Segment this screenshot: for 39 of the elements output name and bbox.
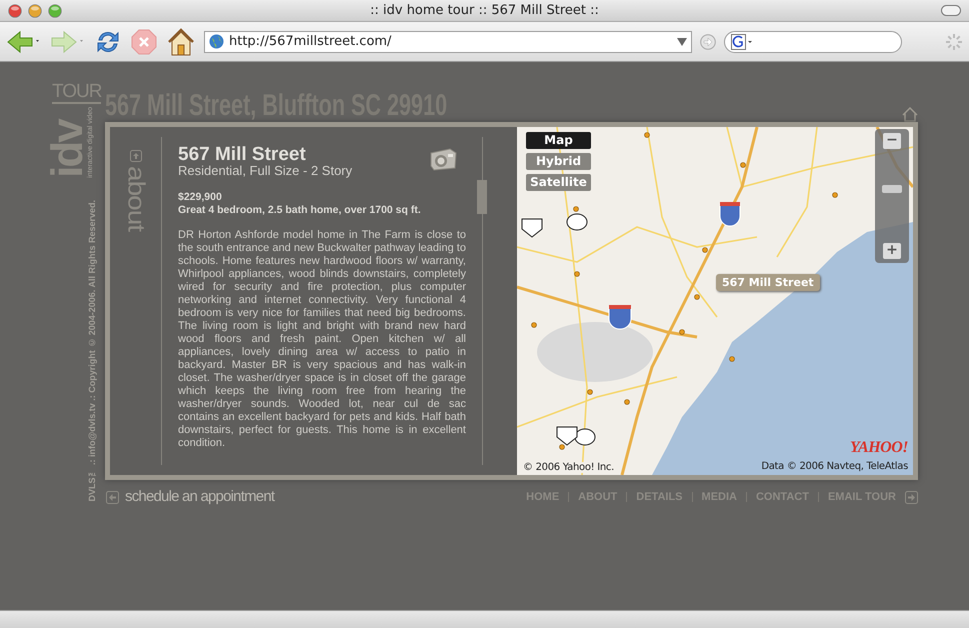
map-copyright: © 2006 Yahoo! Inc. — [521, 462, 616, 473]
up-arrow-box-icon[interactable] — [130, 150, 142, 162]
minimize-button[interactable] — [28, 4, 42, 18]
search-engine-icon[interactable] — [731, 34, 753, 50]
stop-icon[interactable] — [130, 28, 158, 56]
map-type-button[interactable]: Hybrid — [526, 153, 591, 170]
camera-icon[interactable] — [428, 147, 458, 171]
back-arrow-icon[interactable] — [6, 28, 42, 54]
listing-description: DR Horton Ashforde model home in The Farm is close to the south entrance and new Buckwalter pathway leading to schools. Home features new hardwood floors w/ warranty, Whirlpool appliances, wood blinds downstairs, completely wired for security and fire protection, plus computer networking and internet connectivity. Very functional 4 bedroom is very nice for families that need big bedrooms. The living room is light and bright with brand new hard wood floors and fresh paint. Open kitchen w/ all appliances, lovely dining area w/ access to patio in backyard. Master BR is very spacious and has walk-in closet. The washer/dryer space is in closet off the garage which keeps the living room free from hearing the washer/dryer sounds. Wooded lot, near cul de sac contains an excellent backyard for pets and kids. Half bath downstairs, perfect for guests. This home is in excellent condition. — [178, 229, 466, 450]
listing-title: 567 Mill Street — [178, 145, 306, 164]
toolbar-toggle-button[interactable] — [941, 5, 961, 16]
map-data-credit: Data © 2006 Navteq, TeleAtlas — [761, 461, 908, 472]
map-type-button[interactable]: Satellite — [526, 174, 591, 191]
home-icon[interactable] — [166, 26, 196, 56]
search-field[interactable] — [724, 30, 902, 52]
window-title: :: idv home tour :: 567 Mill Street :: — [370, 3, 599, 18]
left-arrow-box-icon[interactable] — [106, 490, 119, 504]
address-field[interactable]: http://567millstreet.com/ — [204, 30, 692, 52]
zoom-button[interactable] — [48, 4, 62, 18]
go-button-icon[interactable] — [700, 34, 716, 50]
listing-subtitle: Residential, Full Size - 2 Story — [178, 164, 354, 178]
close-button[interactable] — [8, 4, 22, 18]
zoom-control[interactable]: − + — [875, 129, 909, 263]
map-type-button[interactable]: Map — [526, 132, 591, 149]
loading-spinner-icon — [945, 32, 963, 50]
copyright-text: DVLS™ .: info@dvls.tv .: Copyright © 2004-2006. All Rights Reserved. — [87, 200, 97, 502]
listing-summary: Great 4 bedroom, 2.5 bath home, over 1700 sq ft. — [178, 204, 422, 217]
map-marker-label[interactable]: 567 Mill Street — [716, 274, 820, 291]
right-arrow-box-icon[interactable] — [905, 490, 918, 504]
zoom-in-button[interactable]: + — [883, 243, 901, 259]
zoom-slider-thumb[interactable] — [882, 185, 902, 193]
map-provider-logo: YAHOO! — [850, 439, 908, 457]
zoom-out-button[interactable]: − — [883, 133, 901, 149]
globe-icon — [209, 34, 224, 49]
scrollbar-thumb[interactable] — [477, 180, 487, 214]
schedule-link[interactable]: schedule an appointment — [125, 488, 274, 506]
home-icon[interactable] — [902, 107, 918, 122]
dropdown-caret-icon[interactable] — [677, 38, 687, 46]
listing-price: $229,900 — [178, 191, 223, 204]
